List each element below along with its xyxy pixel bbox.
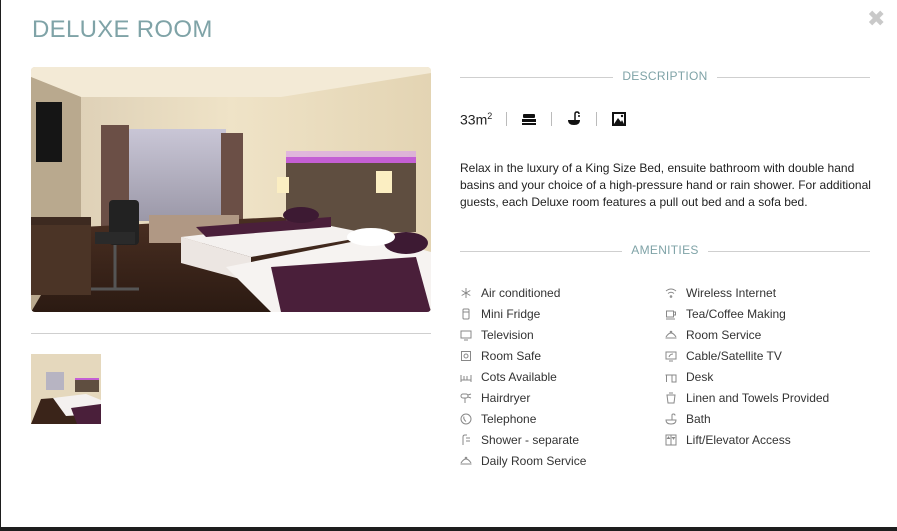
amenity-label: Tea/Coffee Making bbox=[686, 306, 786, 321]
linen-icon bbox=[665, 392, 677, 404]
shower-icon bbox=[460, 434, 472, 446]
amenity-item: Linen and Towels Provided bbox=[665, 387, 829, 408]
divider bbox=[596, 112, 598, 126]
amenity-item: Tea/Coffee Making bbox=[665, 303, 829, 324]
amenity-item: Telephone bbox=[460, 408, 586, 429]
elevator-icon bbox=[665, 434, 677, 446]
snowflake-icon bbox=[460, 287, 472, 299]
amenity-label: Shower - separate bbox=[481, 432, 580, 447]
fridge-icon bbox=[460, 308, 472, 320]
amenity-item: Bath bbox=[665, 408, 829, 429]
amenity-label: Desk bbox=[686, 369, 714, 384]
amenity-item: Shower - separate bbox=[460, 429, 586, 450]
amenity-label: Daily Room Service bbox=[481, 453, 587, 468]
amenity-item: Wireless Internet bbox=[665, 282, 829, 303]
divider bbox=[31, 333, 431, 334]
amenity-label: Hairdryer bbox=[481, 390, 531, 405]
amenity-item: Daily Room Service bbox=[460, 450, 586, 471]
amenity-item: Room Safe bbox=[460, 345, 586, 366]
room-description: Relax in the luxury of a King Size Bed, … bbox=[460, 161, 871, 209]
amenity-label: Wireless Internet bbox=[686, 285, 777, 300]
room-modal: DELUXE ROOM ✖ DESCRIPTION 33m2 Relax in … bbox=[1, 0, 897, 527]
cot-icon bbox=[460, 371, 472, 383]
bath-icon bbox=[566, 111, 582, 127]
amenity-label: Cable/Satellite TV bbox=[686, 348, 782, 363]
amenities-list-left: Air conditioned Mini Fridge Television R… bbox=[460, 282, 586, 471]
amenity-item: Lift/Elevator Access bbox=[665, 429, 829, 450]
amenity-item: Mini Fridge bbox=[460, 303, 586, 324]
description-heading: DESCRIPTION bbox=[622, 69, 708, 83]
amenity-label: Room Safe bbox=[481, 348, 542, 363]
amenities-section-header: AMENITIES bbox=[460, 243, 870, 259]
amenity-label: Air conditioned bbox=[481, 285, 561, 300]
picture-icon bbox=[611, 111, 627, 127]
hairdryer-icon bbox=[460, 392, 472, 404]
amenity-label: Telephone bbox=[481, 411, 537, 426]
amenity-item: Room Service bbox=[665, 324, 829, 345]
room-specs: 33m2 bbox=[460, 108, 627, 130]
room-service-icon bbox=[665, 329, 677, 341]
wifi-icon bbox=[665, 287, 677, 299]
amenity-label: Bath bbox=[686, 411, 711, 426]
telephone-icon bbox=[460, 413, 472, 425]
amenity-label: Mini Fridge bbox=[481, 306, 541, 321]
room-title: DELUXE ROOM bbox=[32, 16, 213, 43]
amenity-item: Cots Available bbox=[460, 366, 586, 387]
divider bbox=[708, 251, 870, 252]
safe-icon bbox=[460, 350, 472, 362]
amenity-label: Lift/Elevator Access bbox=[686, 432, 791, 447]
bed-icon bbox=[521, 111, 537, 127]
room-size: 33m2 bbox=[460, 110, 493, 128]
amenity-label: Room Service bbox=[686, 327, 762, 342]
description-section-header: DESCRIPTION bbox=[460, 69, 870, 85]
room-photo bbox=[31, 67, 431, 312]
amenity-item: Television bbox=[460, 324, 586, 345]
satellite-tv-icon bbox=[665, 350, 677, 362]
desk-icon bbox=[665, 371, 677, 383]
amenity-item: Desk bbox=[665, 366, 829, 387]
amenity-item: Hairdryer bbox=[460, 387, 586, 408]
amenity-item: Cable/Satellite TV bbox=[665, 345, 829, 366]
room-service-icon bbox=[460, 455, 472, 467]
coffee-icon bbox=[665, 308, 677, 320]
amenity-item: Air conditioned bbox=[460, 282, 586, 303]
amenity-label: Linen and Towels Provided bbox=[686, 390, 830, 405]
bath-icon bbox=[665, 412, 677, 425]
amenity-label: Television bbox=[481, 327, 534, 342]
amenities-heading: AMENITIES bbox=[631, 243, 699, 257]
tv-icon bbox=[460, 329, 472, 341]
divider bbox=[551, 112, 553, 126]
divider bbox=[506, 112, 508, 126]
close-icon[interactable]: ✖ bbox=[867, 8, 885, 30]
photo-thumbnail[interactable] bbox=[31, 354, 101, 424]
amenity-label: Cots Available bbox=[481, 369, 557, 384]
divider bbox=[717, 77, 870, 78]
amenities-list-right: Wireless Internet Tea/Coffee Making Room… bbox=[665, 282, 829, 450]
